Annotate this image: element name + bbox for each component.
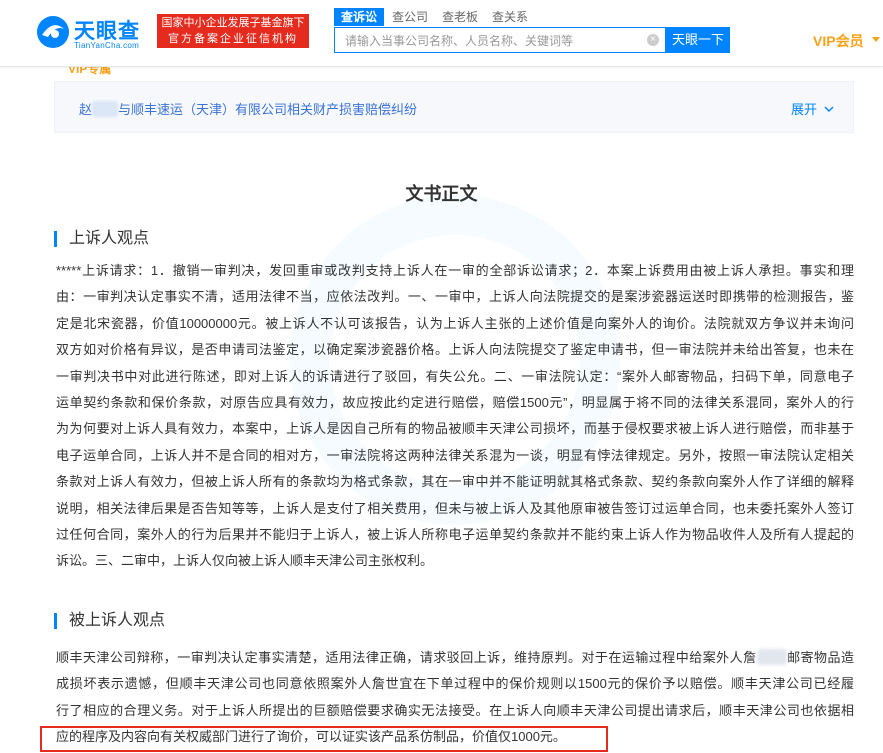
related-case-prefix: 赵: [79, 102, 93, 117]
text-segment: 顺丰天津公司辩称，一审判决认定事实清楚，适用法律正确，请求驳回上诉，维持原判。对…: [56, 650, 757, 665]
text-line: 说明，相关法律后果是否告知等等，上诉人是支付了相关费用，但未与被上诉人及其他原审…: [56, 500, 854, 516]
vip-member-link[interactable]: VIP会员: [813, 31, 864, 51]
redacted-name-mask: [92, 101, 119, 117]
tab-lawsuit[interactable]: 查诉讼: [334, 8, 384, 26]
chevron-down-icon: [824, 106, 834, 112]
text-line: 过任何合同，案外人的行为后果并不能归于上诉人，被上诉人所称电子运单契约条款并不能…: [56, 527, 854, 543]
redacted-name-mask: [756, 649, 787, 665]
text-line: 成损坏表示遗憾，但顺丰天津公司也同意依照案外人詹世宜在下单过程中的保价规则以15…: [56, 676, 854, 692]
chevron-down-icon[interactable]: [872, 37, 880, 42]
text-line: *****上诉请求：1．撤销一审判决，发回重审或改判支持上诉人在一审的全部诉讼请…: [56, 263, 854, 278]
search-input[interactable]: [343, 28, 647, 54]
related-case-link[interactable]: 赵 与顺丰速运（天津）有限公司相关财产损害赔偿纠纷: [79, 99, 417, 118]
expand-label: 展开: [791, 102, 818, 117]
appellant-opinion-text: *****上诉请求：1．撤销一审判决，发回重审或改判支持上诉人在一审的全部诉讼请…: [56, 258, 854, 575]
text-line: 由：一审判决认定事实不清，适用法律不当，应依法改判。一、一审中，上诉人向法院提交…: [56, 289, 854, 305]
section-heading-appellee: 被上诉人观点: [54, 613, 165, 629]
text-line: 电子运单合同，上诉人并不是合同的相对方，一审法院将这两种法律关系混为一谈，明显有…: [56, 447, 854, 463]
gov-badge-line2: 官方备案企业征信机构: [168, 33, 298, 45]
text-line: 双方如对价格有异议，是否申请司法鉴定，以确定案涉瓷器价格。上诉人向法院提交了鉴定…: [56, 342, 854, 358]
text-line: 诉讼。三、二审中，上诉人仅向被上诉人顺丰天津公司主张权利。: [56, 553, 434, 569]
related-case-box: 赵 与顺丰速运（天津）有限公司相关财产损害赔偿纠纷 展开: [54, 81, 854, 133]
tab-company[interactable]: 查公司: [386, 8, 434, 26]
text-segment: 邮寄物品造: [786, 650, 854, 665]
logo-eye-icon: [37, 16, 69, 48]
clear-icon[interactable]: ×: [647, 34, 659, 46]
related-case-title: 与顺丰速运（天津）有限公司相关财产损害赔偿纠纷: [118, 102, 418, 117]
search-box: ×: [334, 27, 666, 54]
search-button[interactable]: 天眼一下: [666, 27, 730, 53]
text-line: 定是北宋瓷器，价值10000000元。被上诉人不认可该报告，认为上诉人主张的上述…: [56, 315, 854, 331]
tianyancha-logo[interactable]: 天眼查 TianYanCha.com: [36, 13, 152, 53]
tab-boss[interactable]: 查老板: [436, 8, 484, 26]
gov-badge: 国家中小企业发展子基金旗下 官方备案企业征信机构: [157, 14, 309, 48]
logo-subtext: TianYanCha.com: [74, 41, 140, 50]
text-line: 行了相应的合理义务。对于上诉人所提出的巨额赔偿要求确实无法接受。在上诉人向顺丰天…: [56, 702, 854, 718]
text-line: 一审判决书中对此进行陈述，即对上诉人的诉请进行了驳回，有失公允。二、一审法院认定…: [56, 368, 854, 384]
expand-button[interactable]: 展开: [791, 99, 834, 118]
highlight-annotation-box: [40, 726, 608, 752]
top-header: 天眼查 TianYanCha.com 国家中小企业发展子基金旗下 官方备案企业征…: [0, 0, 883, 67]
text-line: 条款对上诉人有效力，但被上诉人所有的条款均为格式条款，其在一审中并不能证明就其格…: [56, 474, 854, 490]
tab-relation[interactable]: 查关系: [486, 8, 534, 26]
text-line: 运单契约条款和保价条款，对原告应具有效力，故应按此约定进行赔偿，赔偿1500元”…: [56, 395, 854, 411]
section-heading-appellant: 上诉人观点: [54, 231, 149, 247]
text-line: 顺丰天津公司辩称，一审判决认定事实清楚，适用法律正确，请求驳回上诉，维持原判。对…: [56, 645, 854, 671]
text-line: 为为何要对上诉人具有效力，本案中，上诉人是因自己所有的物品被顺丰天津公司损坏，而…: [56, 421, 854, 437]
gov-badge-line1: 国家中小企业发展子基金旗下: [161, 17, 305, 29]
document-title: 文书正文: [405, 184, 478, 204]
